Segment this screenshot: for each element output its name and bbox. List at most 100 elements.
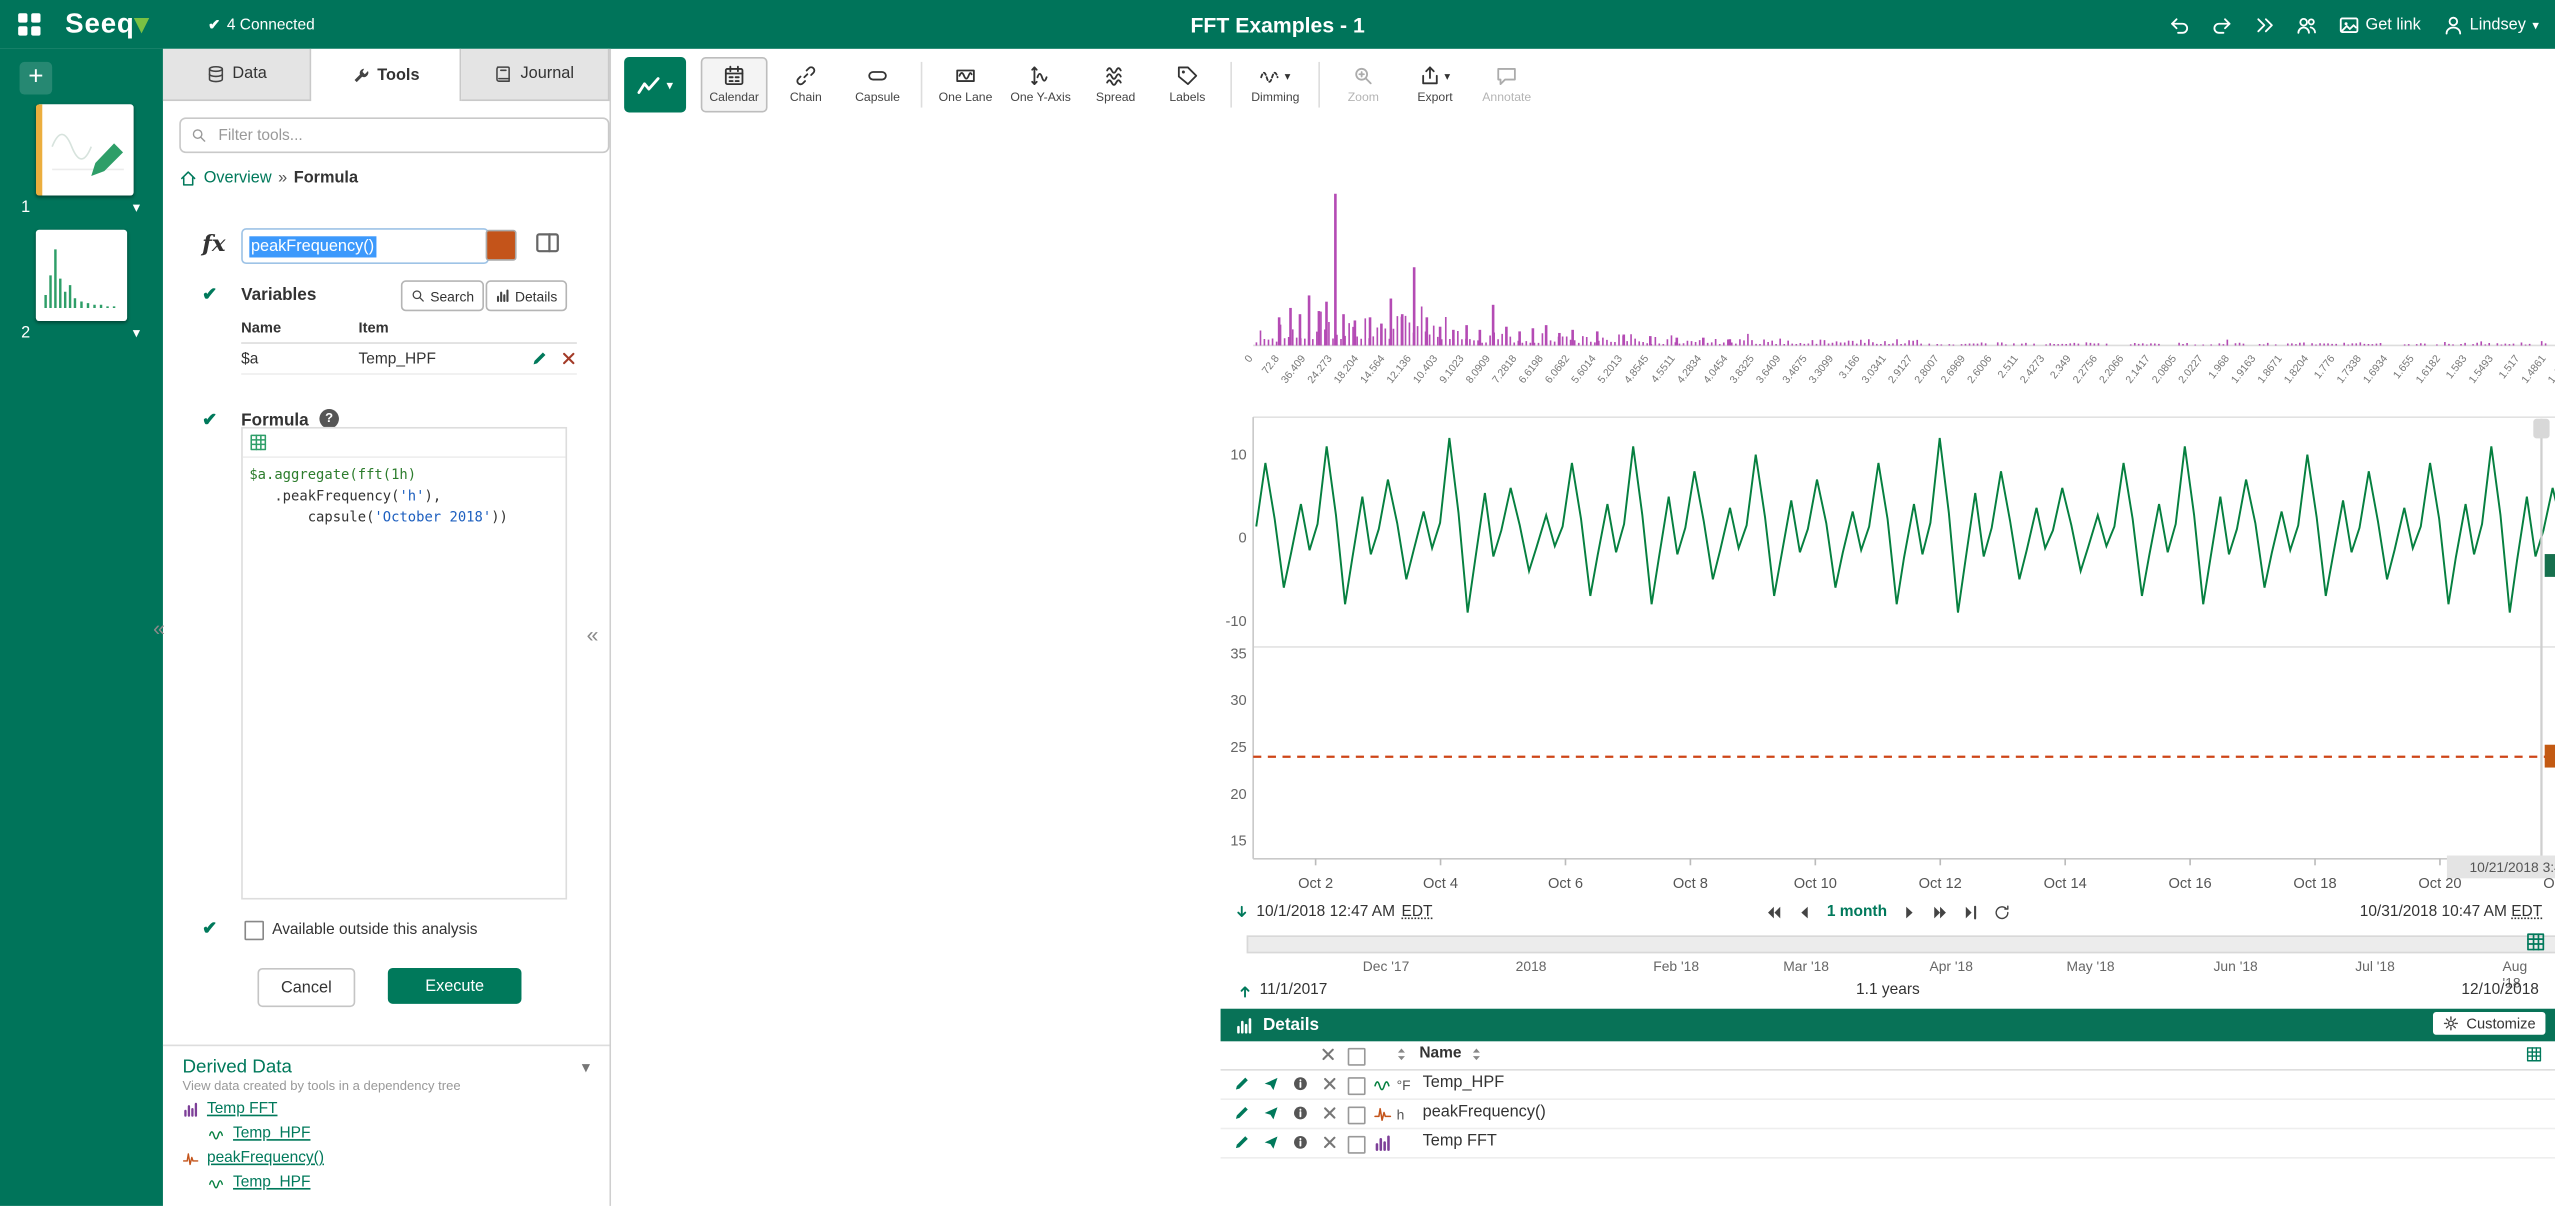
derived-data-link[interactable]: Temp FFT bbox=[207, 1100, 278, 1118]
customize-button[interactable]: Customize bbox=[2434, 1012, 2546, 1035]
insert-table-icon[interactable] bbox=[249, 433, 267, 451]
info-icon[interactable] bbox=[1292, 1076, 1308, 1092]
dimming-icon bbox=[1260, 65, 1281, 86]
column-name[interactable]: Name bbox=[1419, 1045, 1461, 1063]
toolbar-export-button[interactable]: ▾Export bbox=[1402, 57, 1469, 112]
flag-icon[interactable] bbox=[1263, 1105, 1279, 1121]
customize-columns-icon[interactable] bbox=[2526, 1046, 2542, 1062]
investigate-range-end[interactable]: 12/10/2018 bbox=[2461, 981, 2538, 999]
flag-icon[interactable] bbox=[1263, 1134, 1279, 1150]
info-icon[interactable] bbox=[1292, 1134, 1308, 1150]
cancel-button[interactable]: Cancel bbox=[257, 968, 355, 1007]
undo-icon[interactable] bbox=[2168, 14, 2189, 35]
collapse-worksheet-panel[interactable]: « bbox=[153, 616, 165, 640]
share-forward-icon[interactable] bbox=[2253, 14, 2274, 35]
svg-text:Oct 22: Oct 22 bbox=[2543, 876, 2555, 892]
redo-icon[interactable] bbox=[2211, 14, 2232, 35]
connection-status[interactable]: ✔4 Connected bbox=[208, 15, 315, 33]
dock-panel-icon[interactable] bbox=[535, 230, 561, 256]
collapse-tools-panel[interactable]: « bbox=[587, 623, 599, 647]
calendar-icon bbox=[724, 65, 745, 86]
derived-data-tree: Temp FFT Temp_HPF peakFrequency() Temp_HPF bbox=[183, 1100, 590, 1191]
derived-data-link[interactable]: peakFrequency() bbox=[207, 1149, 324, 1167]
color-swatch-button[interactable] bbox=[486, 230, 517, 261]
toolbar-one-lane-button[interactable]: One Lane bbox=[932, 57, 999, 112]
edit-item-icon[interactable] bbox=[1234, 1076, 1250, 1092]
filter-tools-box[interactable] bbox=[179, 117, 609, 153]
item-name: peakFrequency() bbox=[1423, 1103, 1546, 1121]
variable-search-button[interactable]: Search bbox=[401, 280, 484, 311]
apps-menu-icon[interactable] bbox=[16, 11, 42, 37]
range-duration[interactable]: 1 month bbox=[1827, 903, 1887, 921]
flag-icon[interactable] bbox=[1263, 1076, 1279, 1092]
remove-item-icon[interactable] bbox=[1322, 1076, 1338, 1092]
filter-tools-input[interactable] bbox=[215, 125, 598, 146]
toolbar-capsule-button[interactable]: Capsule bbox=[844, 57, 911, 112]
seeq-logo[interactable]: Seeq▾ bbox=[65, 8, 149, 41]
worksheet-thumbnail[interactable] bbox=[36, 230, 127, 321]
refresh-icon[interactable] bbox=[1995, 904, 2011, 920]
toolbar-one-y-axis-button[interactable]: One Y-Axis bbox=[1004, 57, 1078, 112]
user-menu[interactable]: Lindsey▾ bbox=[2442, 14, 2539, 35]
display-range-row: 10/1/2018 12:47 AMEDT 1 month 10/31/2018… bbox=[1221, 900, 2555, 929]
worksheet-menu-icon[interactable]: ▾ bbox=[133, 324, 140, 342]
timeline-select-icon[interactable] bbox=[2526, 932, 2546, 952]
jump-to-now-icon[interactable] bbox=[1964, 904, 1980, 920]
select-item-checkbox[interactable] bbox=[1348, 1136, 1366, 1154]
derived-data-link[interactable]: Temp_HPF bbox=[233, 1124, 310, 1142]
table-row[interactable]: hpeakFrequency()Area A223.982 bbox=[1221, 1100, 2555, 1129]
trend-view-button[interactable]: ▾ bbox=[624, 57, 686, 112]
svg-text:10/21/2018 3:48:39 PM: 10/21/2018 3:48:39 PM bbox=[2469, 859, 2555, 875]
step-back-icon[interactable] bbox=[1796, 904, 1812, 920]
remove-item-icon[interactable] bbox=[1322, 1105, 1338, 1121]
edit-item-icon[interactable] bbox=[1234, 1105, 1250, 1121]
display-range-end[interactable]: 10/31/2018 10:47 AM EDT bbox=[2360, 903, 2542, 921]
derived-data-link[interactable]: Temp_HPF bbox=[233, 1173, 310, 1191]
svg-text:3.4675: 3.4675 bbox=[1780, 353, 1809, 386]
formula-name-input[interactable]: peakFrequency() bbox=[241, 228, 489, 264]
toolbar-chain-button[interactable]: Chain bbox=[772, 57, 839, 112]
toolbar-spread-button[interactable]: Spread bbox=[1082, 57, 1149, 112]
edit-variable-icon[interactable] bbox=[531, 350, 547, 366]
sort-icon[interactable] bbox=[1468, 1046, 1484, 1062]
display-range-start[interactable]: 10/1/2018 12:47 AMEDT bbox=[1234, 903, 1433, 921]
toolbar-dimming-button[interactable]: ▾Dimming bbox=[1242, 57, 1309, 112]
new-worksheet-button[interactable]: + bbox=[20, 62, 53, 95]
help-icon[interactable]: ? bbox=[319, 409, 339, 429]
tab-data[interactable]: Data bbox=[163, 49, 312, 101]
breadcrumb-overview[interactable]: Overview bbox=[204, 169, 272, 187]
variable-details-button[interactable]: Details bbox=[486, 280, 567, 311]
jump-back-icon[interactable] bbox=[1765, 904, 1781, 920]
trend-chart[interactable]: 072.836.40924.27318.20414.56412.13610.40… bbox=[1221, 153, 2555, 899]
select-all-checkbox[interactable] bbox=[1348, 1048, 1366, 1066]
toolbar-calendar-button[interactable]: Calendar bbox=[701, 57, 768, 112]
jump-forward-icon[interactable] bbox=[1933, 904, 1949, 920]
edit-item-icon[interactable] bbox=[1234, 1134, 1250, 1150]
worksheet-menu-icon[interactable]: ▾ bbox=[133, 199, 140, 217]
get-link-button[interactable]: Get link bbox=[2338, 14, 2421, 35]
toolbar-labels-button[interactable]: Labels bbox=[1154, 57, 1221, 112]
formula-code[interactable]: $a.aggregate(fft(1h) .peakFrequency('h')… bbox=[243, 458, 566, 538]
timeline-bar[interactable] bbox=[1247, 935, 2555, 953]
home-icon[interactable] bbox=[179, 169, 197, 187]
timeline-month-label: 2018 bbox=[1516, 958, 1547, 974]
table-row[interactable]: Temp FFTArea A bbox=[1221, 1129, 2555, 1158]
execute-button[interactable]: Execute bbox=[388, 968, 522, 1004]
formula-editor[interactable]: $a.aggregate(fft(1h) .peakFrequency('h')… bbox=[241, 427, 567, 900]
sort-icon[interactable] bbox=[1393, 1046, 1409, 1062]
select-item-checkbox[interactable] bbox=[1348, 1077, 1366, 1095]
users-icon[interactable] bbox=[2295, 14, 2316, 35]
remove-all-icon[interactable] bbox=[1320, 1046, 1336, 1062]
tab-journal[interactable]: Journal bbox=[461, 49, 610, 101]
table-row[interactable]: °FTemp_HPFArea A1-0.007 bbox=[1221, 1071, 2555, 1100]
remove-variable-icon[interactable] bbox=[561, 350, 577, 366]
select-item-checkbox[interactable] bbox=[1348, 1106, 1366, 1124]
info-icon[interactable] bbox=[1292, 1105, 1308, 1121]
available-outside-checkbox[interactable] bbox=[244, 921, 264, 941]
remove-item-icon[interactable] bbox=[1322, 1134, 1338, 1150]
tab-tools[interactable]: Tools bbox=[312, 49, 461, 101]
worksheet-thumbnail[interactable] bbox=[36, 104, 134, 195]
step-forward-icon[interactable] bbox=[1902, 904, 1918, 920]
svg-text:1.8204: 1.8204 bbox=[2282, 353, 2311, 386]
collapse-derived-icon[interactable]: ▾ bbox=[582, 1058, 590, 1076]
